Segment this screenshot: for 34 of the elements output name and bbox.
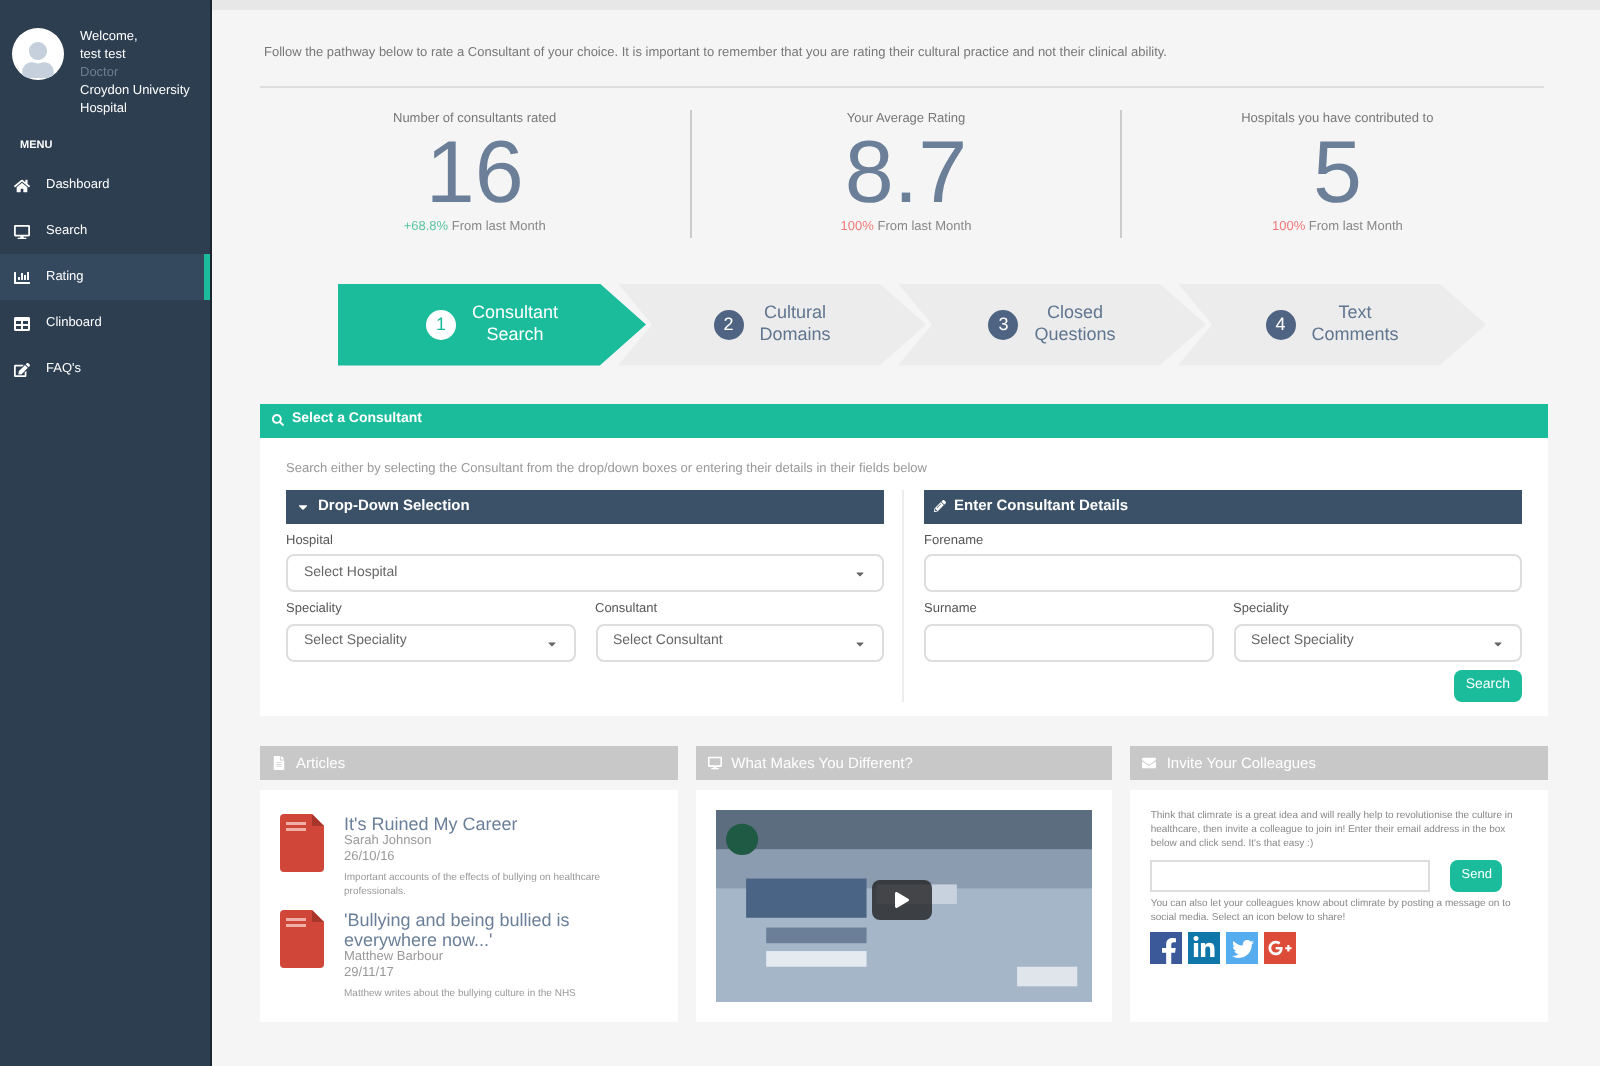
article-title[interactable]: 'Bullying and being bullied is everywhere now...'	[344, 910, 658, 950]
twitter-icon[interactable]	[1226, 932, 1259, 964]
email-field[interactable]	[1150, 860, 1431, 892]
step-tab[interactable]: 3 Closed Questions	[898, 283, 1206, 366]
step-number: 4	[1265, 309, 1296, 340]
step-tab[interactable]: 4 Text Comments	[1178, 283, 1486, 366]
step-tab[interactable]: 2 Cultural Domains	[618, 283, 926, 366]
step-number: 1	[425, 309, 456, 340]
document-icon	[280, 814, 324, 872]
step-number: 3	[988, 309, 1019, 340]
search-icon	[272, 414, 284, 427]
envelope-icon	[1142, 756, 1157, 770]
article-title[interactable]: It's Ruined My Career	[344, 814, 658, 834]
surname-field[interactable]	[924, 624, 1213, 662]
google-plus-icon[interactable]	[1264, 932, 1297, 964]
caret-icon	[545, 637, 557, 649]
facebook-icon[interactable]	[1150, 932, 1183, 964]
avatar-icon	[12, 28, 64, 80]
pencil-icon	[934, 500, 946, 512]
step-number: 2	[713, 309, 744, 340]
stat-value: 5	[1312, 129, 1362, 217]
stat-value: 8.7	[844, 129, 968, 217]
play-button[interactable]	[871, 880, 932, 920]
play-icon	[893, 892, 910, 908]
caret-icon	[1492, 637, 1504, 649]
document-icon	[280, 910, 324, 968]
forename-field[interactable]	[924, 554, 1522, 593]
monitor-icon	[707, 756, 722, 770]
linkedin-icon[interactable]	[1188, 932, 1221, 964]
caret-icon	[296, 499, 310, 513]
caret-icon	[854, 567, 866, 580]
stat-value: 16	[425, 129, 524, 217]
caret-icon	[854, 637, 866, 649]
document-icon	[272, 756, 286, 770]
